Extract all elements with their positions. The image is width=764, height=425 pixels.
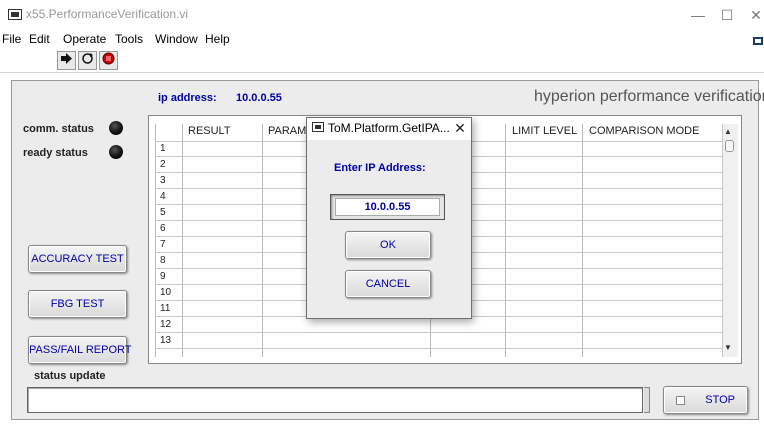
cancel-button[interactable]: CANCEL [345, 270, 431, 298]
toolbar-divider [0, 72, 764, 73]
labview-app-icon [312, 122, 324, 132]
menu-edit[interactable]: Edit [29, 32, 50, 46]
pass-fail-report-button[interactable]: PASS/FAIL REPORT [28, 336, 132, 364]
scroll-down-arrow-icon[interactable]: ▼ [724, 343, 732, 352]
status-field-scroll [644, 387, 650, 413]
menu-tools[interactable]: Tools [115, 32, 143, 46]
minimize-button[interactable]: — [683, 4, 713, 26]
dialog-prompt: Enter IP Address: [334, 162, 426, 174]
panel-title: hyperion performance verification [534, 88, 764, 105]
menu-file[interactable]: File [2, 32, 21, 46]
abort-icon[interactable] [99, 51, 118, 70]
stop-indicator-checkbox [676, 396, 685, 405]
micron-optics-logo [752, 36, 764, 62]
ok-button[interactable]: OK [345, 231, 431, 259]
close-button[interactable]: ✕ [741, 4, 764, 26]
row-number: 4 [160, 191, 166, 202]
row-number: 9 [160, 271, 166, 282]
row-number: 11 [160, 303, 171, 314]
ip-address-label: ip address: [158, 92, 217, 104]
table-row-divider [155, 332, 722, 333]
run-arrow-icon[interactable] [57, 51, 76, 70]
maximize-button[interactable]: ☐ [712, 4, 742, 26]
row-number: 7 [160, 239, 166, 250]
ready-status-led [109, 145, 123, 159]
comm-status-led [109, 121, 123, 135]
ip-address-value: 10.0.0.55 [236, 92, 282, 104]
menu-help[interactable]: Help [205, 32, 230, 46]
ip-address-input[interactable]: 10.0.0.55 [335, 198, 440, 216]
comm-status-label: comm. status [23, 123, 94, 135]
row-number: 1 [160, 143, 166, 154]
column-header-limit-level: LIMIT LEVEL [512, 125, 578, 137]
menu-window[interactable]: Window [155, 32, 198, 46]
dialog-close-icon[interactable]: ✕ [451, 119, 469, 137]
table-row-divider [155, 348, 722, 349]
stop-label: STOP [705, 394, 735, 406]
row-number: 8 [160, 255, 166, 266]
table-col-divider [155, 124, 156, 357]
menu-operate[interactable]: Operate [63, 32, 106, 46]
table-col-divider [262, 124, 263, 357]
column-header-result: RESULT [188, 125, 231, 137]
row-number: 3 [160, 175, 166, 186]
table-scrollbar[interactable] [722, 124, 738, 357]
scrollbar-thumb[interactable] [725, 140, 734, 152]
ready-status-label: ready status [23, 147, 88, 159]
window-title: x55.PerformanceVerification.vi [26, 7, 189, 21]
run-continuously-icon[interactable] [78, 51, 97, 70]
dialog-title: ToM.Platform.GetIPA... [328, 121, 450, 135]
row-number: 12 [160, 319, 172, 330]
row-number: 13 [160, 335, 172, 346]
table-col-divider [182, 124, 183, 357]
table-col-divider [582, 124, 583, 357]
status-update-label: status update [34, 370, 106, 382]
table-col-divider [505, 124, 506, 357]
status-update-field [27, 387, 643, 413]
column-header-parameter: PARAMI [268, 125, 310, 137]
row-number: 10 [160, 287, 172, 298]
row-number: 2 [160, 159, 166, 170]
labview-app-icon [8, 9, 22, 20]
scroll-up-arrow-icon[interactable]: ▲ [724, 127, 732, 136]
row-number: 5 [160, 207, 166, 218]
column-header-comparison-mode: COMPARISON MODE [589, 125, 700, 137]
fbg-test-button[interactable]: FBG TEST [28, 290, 127, 318]
accuracy-test-button[interactable]: ACCURACY TEST [28, 245, 127, 273]
row-number: 6 [160, 223, 166, 234]
